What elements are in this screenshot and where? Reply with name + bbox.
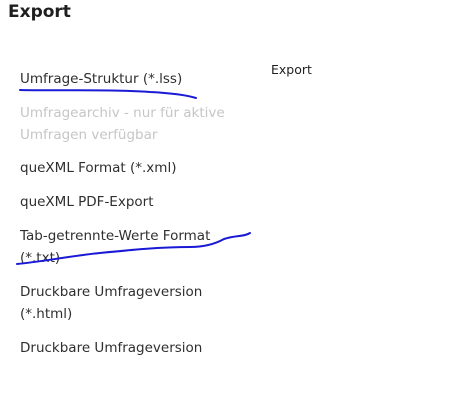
menu-item-printable-survey[interactable]: Druckbare Umfrageversion	[20, 337, 202, 359]
export-label: Export	[271, 62, 312, 77]
menu-item-quexml-format[interactable]: queXML Format (*.xml)	[20, 157, 176, 179]
menu-item-quexml-pdf-export[interactable]: queXML PDF-Export	[20, 191, 154, 213]
menu-item-survey-archive: Umfragearchiv - nur für aktive Umfragen …	[20, 105, 225, 143]
page-title: Export	[8, 2, 71, 22]
menu-item-survey-structure[interactable]: Umfrage-Struktur (*.lss)	[20, 68, 182, 90]
menu-item-tab-separated-values[interactable]: Tab-getrennte-Werte Format (*.txt)	[20, 225, 235, 269]
menu-item-printable-survey-html[interactable]: Druckbare Umfrageversion (*.html)	[20, 281, 235, 325]
underline-annotation-structure	[19, 89, 197, 99]
